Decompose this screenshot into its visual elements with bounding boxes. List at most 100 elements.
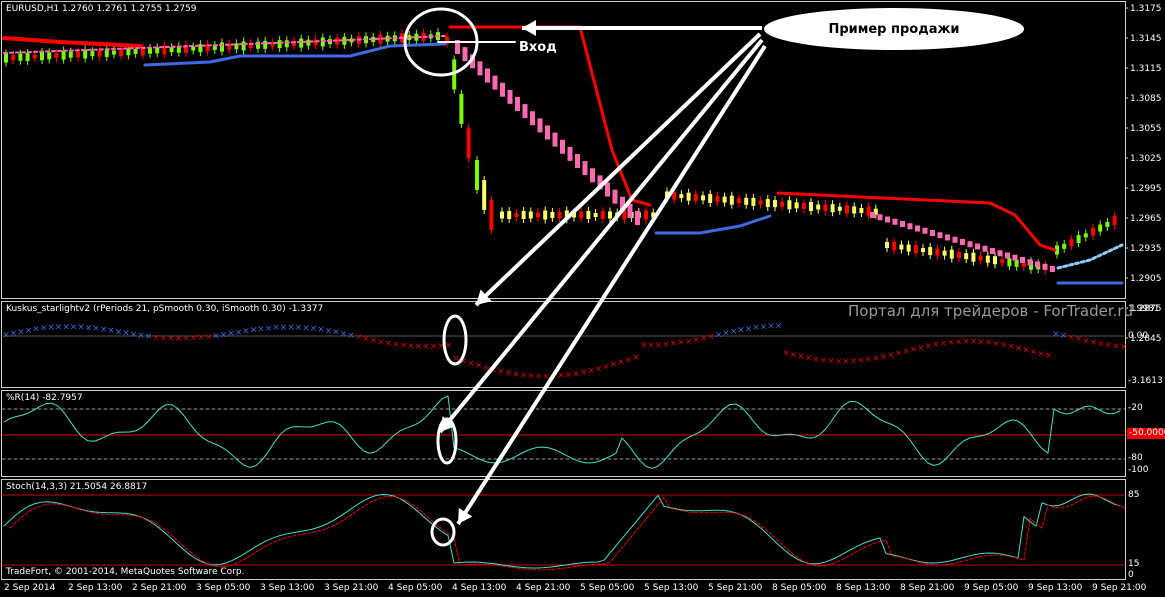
kuskus-marker: × (857, 356, 865, 366)
candle-body (964, 253, 969, 260)
candle-body (715, 196, 720, 203)
sell-band-segment (530, 111, 535, 126)
candle-body (693, 193, 698, 201)
candle-body (906, 244, 911, 252)
kuskus-marker: × (145, 332, 153, 342)
sell-band-segment (567, 146, 573, 161)
trend-line-blue-mid (654, 214, 772, 235)
kuskus-marker: × (752, 323, 760, 333)
kuskus-marker: × (332, 328, 340, 338)
kuskus-marker: × (310, 324, 318, 334)
candle-body (521, 211, 526, 219)
time-label: 4 Sep 21:00 (516, 583, 571, 593)
candle-body (593, 213, 598, 217)
candle-body (823, 204, 828, 212)
time-label: 3 Sep 21:00 (324, 583, 379, 593)
price-label: 1.3175 (1130, 4, 1162, 14)
candle-body (794, 202, 799, 209)
band-segment-right (930, 230, 935, 236)
kuskus-marker: × (317, 325, 325, 335)
sell-band-segment (522, 104, 528, 119)
kuskus-marker: × (812, 355, 820, 365)
candle-body (500, 211, 504, 219)
candle-body (1007, 258, 1012, 267)
kuskus-marker: × (400, 341, 408, 351)
kuskus-marker: × (100, 325, 108, 335)
candle-body (935, 248, 940, 256)
candle-body (459, 93, 464, 124)
kuskus-marker: × (572, 369, 580, 379)
kuskus-marker: × (580, 368, 588, 378)
kuskus-marker: × (700, 334, 708, 344)
candle-body (284, 40, 289, 48)
sell-band-segment (575, 154, 580, 168)
kuskus-marker: × (640, 341, 648, 351)
kuskus-marker: × (385, 339, 393, 349)
kuskus-marker: × (280, 323, 288, 333)
candle-body (686, 192, 691, 201)
kuskus-marker: × (340, 329, 348, 339)
kuskus-marker: × (137, 331, 145, 341)
band-segment-right (885, 216, 890, 223)
kuskus-marker: × (190, 334, 198, 344)
band-segment-right (907, 223, 913, 230)
kuskus-marker: × (872, 354, 880, 364)
candle-body (1069, 239, 1074, 247)
candle-body (737, 198, 741, 204)
candle-body (557, 212, 562, 218)
trading-chart-canvas[interactable]: × × × × × × × × × × × × × × × × × × × × × × × × × × × × × × × × × × × × × × × ×… (0, 0, 1165, 597)
candle-body (708, 193, 713, 203)
kuskus-marker: × (535, 372, 543, 382)
candle-body (787, 200, 792, 210)
candle-body (11, 55, 16, 61)
candle-body (514, 213, 519, 217)
band-segment-right (960, 239, 965, 245)
sell-example-bubble: Пример продажи (762, 6, 1026, 52)
kuskus-marker: × (430, 342, 438, 352)
candle-body (1000, 259, 1005, 264)
candle-body (1105, 221, 1110, 227)
candle-body (76, 51, 80, 58)
kuskus-marker: × (632, 353, 640, 363)
kuskus-marker: × (947, 338, 955, 348)
kuskus-marker: × (895, 349, 903, 359)
kuskus-marker: × (797, 352, 805, 362)
candle-body (299, 38, 304, 48)
price-label: 1.2935 (1130, 244, 1162, 254)
band-segment-right (945, 234, 950, 241)
kuskus-marker: × (47, 323, 55, 333)
candle-body (550, 212, 555, 218)
band-segment-right (1020, 257, 1025, 263)
wpr-level-80: -80 (1128, 453, 1143, 463)
kuskus-marker: × (182, 334, 190, 344)
time-label: 4 Sep 13:00 (452, 583, 507, 593)
price-label: 1.2995 (1130, 184, 1162, 194)
kuskus-marker: × (565, 370, 573, 380)
kuskus-marker: × (25, 326, 33, 336)
sell-band-segment (582, 161, 588, 176)
stoch-level-15: 15 (1128, 559, 1140, 569)
kuskus-marker: × (827, 357, 835, 367)
arrow-to-kuskus (474, 32, 762, 307)
kuskus-marker: × (250, 326, 258, 336)
candle-body (1062, 243, 1067, 249)
candle-body (586, 211, 591, 219)
kuskus-marker: × (92, 324, 100, 334)
kuskus-marker: × (85, 323, 93, 333)
kuskus-marker: × (707, 332, 715, 342)
candle-body (773, 200, 777, 208)
candle-body (837, 206, 842, 211)
kuskus-marker: × (662, 340, 670, 350)
kuskus-marker: × (677, 338, 685, 348)
candle-body (263, 40, 268, 49)
band-segment-right (877, 214, 883, 221)
candle-body (1091, 227, 1095, 236)
kuskus-marker: × (625, 355, 633, 365)
arrow-to-stoch (456, 44, 767, 526)
kuskus-marker: × (745, 324, 753, 334)
candle-body (751, 197, 756, 206)
kuskus-marker: × (940, 339, 948, 349)
price-label: 1.3115 (1130, 64, 1162, 74)
kuskus-marker: × (692, 335, 700, 345)
kuskus-marker: × (235, 328, 243, 338)
